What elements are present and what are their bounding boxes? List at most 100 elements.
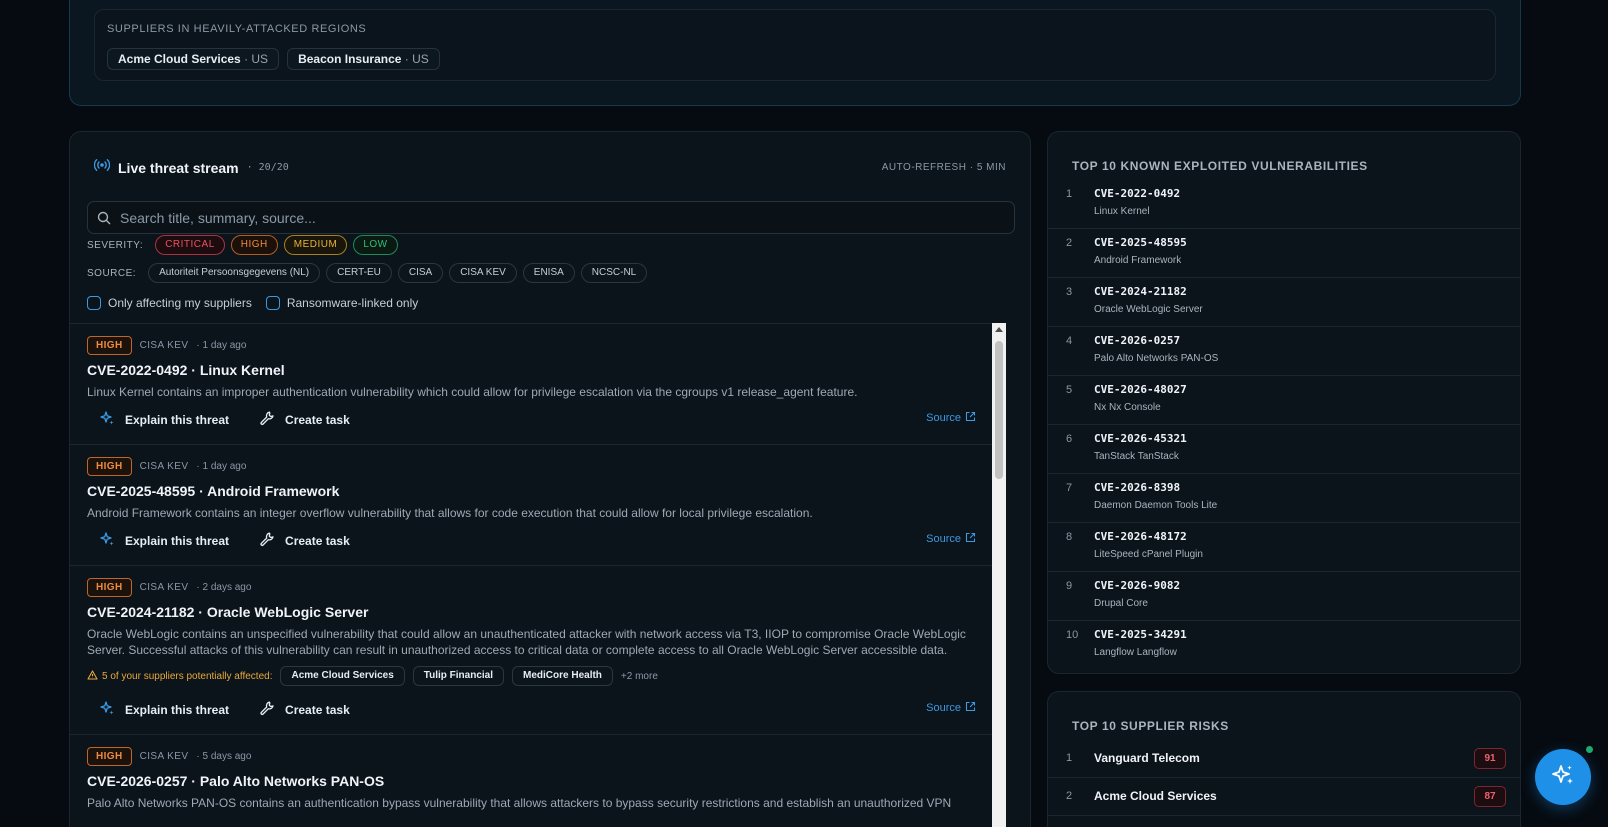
kev-cve: CVE-2026-0257: [1094, 334, 1181, 347]
kev-panel: TOP 10 KNOWN EXPLOITED VULNERABILITIES 1…: [1047, 131, 1521, 674]
region-chip[interactable]: Acme Cloud Services · US: [107, 48, 280, 70]
risk-score-badge: 87: [1474, 786, 1506, 807]
external-link-icon: [965, 532, 976, 546]
kev-rank: 4: [1066, 335, 1073, 347]
region-chip-country: · US: [244, 52, 269, 66]
kev-product: Palo Alto Networks PAN-OS: [1094, 353, 1219, 364]
supplier-row[interactable]: 2 Acme Cloud Services 87: [1048, 778, 1520, 816]
threat-age: · 1 day ago: [196, 340, 247, 351]
checkbox-box[interactable]: [265, 296, 280, 310]
ransomware-only-checkbox[interactable]: Ransomware-linked only: [265, 296, 418, 310]
scroll-up-arrow[interactable]: [995, 327, 1003, 332]
create-task-button[interactable]: Create task: [259, 410, 350, 429]
threat-list-scrollbar[interactable]: [992, 323, 1006, 827]
kev-row[interactable]: 9 CVE-2026-9082 Drupal Core: [1048, 572, 1520, 621]
explain-label: Explain this threat: [125, 702, 230, 717]
kev-row[interactable]: 5 CVE-2026-48027 Nx Nx Console: [1048, 376, 1520, 425]
source-link[interactable]: Source: [926, 411, 976, 425]
regions-chips: Acme Cloud Services · US Beacon Insuranc…: [107, 48, 440, 70]
kev-row[interactable]: 1 CVE-2022-0492 Linux Kernel: [1048, 180, 1520, 229]
source-chip[interactable]: Autoriteit Persoonsgegevens (NL): [148, 263, 321, 283]
supplier-risks-panel: TOP 10 SUPPLIER RISKS 1 Vanguard Telecom 9…: [1047, 691, 1521, 827]
explain-threat-button[interactable]: Explain this threat: [99, 410, 229, 429]
kev-row[interactable]: 7 CVE-2026-8398 Daemon Daemon Tools Lite: [1048, 474, 1520, 523]
sparkle-icon: [99, 410, 115, 429]
scrollbar-thumb[interactable]: [995, 341, 1003, 479]
affected-more[interactable]: +2 more: [621, 671, 658, 682]
stream-title: Live threat stream: [118, 159, 239, 176]
create-task-button[interactable]: Create task: [259, 700, 350, 719]
affected-supplier-chip[interactable]: MediCore Health: [512, 666, 613, 686]
severity-badge: HIGH: [87, 578, 132, 597]
region-chip[interactable]: Beacon Insurance · US: [287, 48, 440, 70]
explain-threat-button[interactable]: Explain this threat: [99, 700, 229, 719]
region-chip-name: Beacon Insurance: [298, 52, 402, 66]
regions-title: SUPPLIERS IN HEAVILY-ATTACKED REGIONS: [107, 23, 367, 35]
kev-cve: CVE-2026-8398: [1094, 481, 1181, 494]
kev-row[interactable]: 3 CVE-2024-21182 Oracle WebLogic Server: [1048, 278, 1520, 327]
threat-age: · 2 days ago: [196, 582, 252, 593]
kev-row[interactable]: 8 CVE-2026-48172 LiteSpeed cPanel Plugin: [1048, 523, 1520, 572]
kev-product: Linux Kernel: [1094, 206, 1150, 217]
kev-product: Langflow Langflow: [1094, 647, 1177, 658]
sparkle-icon: [99, 531, 115, 550]
supplier-rank: 2: [1066, 790, 1073, 802]
affected-supplier-chip[interactable]: Acme Cloud Services: [280, 666, 405, 686]
source-chip[interactable]: ENISA: [522, 263, 575, 283]
kev-row[interactable]: 10 CVE-2025-34291 Langflow Langflow: [1048, 621, 1520, 670]
kev-rank: 3: [1066, 286, 1073, 298]
search-icon: [97, 211, 111, 230]
severity-chip-medium[interactable]: MEDIUM: [283, 235, 348, 255]
threat-summary: Android Framework contains an integer ov…: [87, 506, 813, 520]
source-label: SOURCE:: [87, 267, 137, 279]
supplier-name: Vanguard Telecom: [1094, 751, 1200, 765]
kev-row[interactable]: 2 CVE-2025-48595 Android Framework: [1048, 229, 1520, 278]
kev-cve: CVE-2024-21182: [1094, 285, 1187, 298]
threat-summary: Palo Alto Networks PAN-OS contains an au…: [87, 796, 952, 810]
sparkle-icon: [1550, 762, 1576, 793]
kev-cve: CVE-2025-34291: [1094, 628, 1187, 641]
source-link-label: Source: [926, 702, 961, 714]
kev-row[interactable]: 4 CVE-2026-0257 Palo Alto Networks PAN-OS: [1048, 327, 1520, 376]
suppliers-only-checkbox[interactable]: Only affecting my suppliers: [87, 296, 252, 310]
source-chip[interactable]: CISA: [397, 263, 444, 283]
source-link[interactable]: Source: [926, 532, 976, 546]
checkbox-box[interactable]: [87, 296, 101, 310]
affected-supplier-chip[interactable]: Tulip Financial: [412, 666, 505, 686]
kev-product: Android Framework: [1094, 255, 1182, 266]
threat-title: CVE-2024-21182 · Oracle WebLogic Server: [87, 604, 369, 620]
threat-summary: Linux Kernel contains an improper authen…: [87, 385, 858, 399]
kev-rank: 10: [1066, 629, 1079, 641]
severity-chip-low[interactable]: LOW: [353, 235, 398, 255]
source-chip[interactable]: CISA KEV: [449, 263, 517, 283]
supplier-rank: 1: [1066, 752, 1073, 764]
severity-filter: SEVERITY: CRITICAL HIGH MEDIUM LOW: [87, 235, 398, 255]
explain-threat-button[interactable]: Explain this threat: [99, 531, 229, 550]
ai-assistant-button[interactable]: [1535, 749, 1591, 805]
kev-rank: 2: [1066, 237, 1073, 249]
regions-card: SUPPLIERS IN HEAVILY-ATTACKED REGIONS Ac…: [94, 9, 1496, 81]
threat-age: · 5 days ago: [196, 751, 252, 762]
broadcast-icon: [93, 158, 111, 177]
source-link[interactable]: Source: [926, 701, 976, 715]
create-task-button[interactable]: Create task: [259, 531, 350, 550]
severity-chip-high[interactable]: HIGH: [230, 235, 278, 255]
severity-chip-critical[interactable]: CRITICAL: [155, 235, 225, 255]
threat-meta: HIGH CISA KEV · 1 day ago: [87, 336, 246, 355]
stream-count: · 20/20: [246, 162, 289, 173]
threat-age: · 1 day ago: [196, 461, 247, 472]
source-chip[interactable]: NCSC-NL: [580, 263, 648, 283]
search-box[interactable]: [87, 201, 1015, 234]
external-link-icon: [965, 411, 976, 425]
source-chip[interactable]: CERT-EU: [326, 263, 392, 283]
kev-product: Oracle WebLogic Server: [1094, 304, 1203, 315]
search-input[interactable]: [120, 202, 1000, 233]
threat-title: CVE-2022-0492 · Linux Kernel: [87, 362, 285, 378]
checkbox-label: Only affecting my suppliers: [108, 296, 252, 310]
affected-suppliers: 5 of your suppliers potentially affected…: [87, 666, 658, 686]
kev-row[interactable]: 6 CVE-2026-45321 TanStack TanStack: [1048, 425, 1520, 474]
threat-title: CVE-2026-0257 · Palo Alto Networks PAN-O…: [87, 773, 385, 789]
kev-rank: 5: [1066, 384, 1073, 396]
supplier-row[interactable]: 1 Vanguard Telecom 91: [1048, 740, 1520, 778]
kev-product: Drupal Core: [1094, 598, 1148, 609]
